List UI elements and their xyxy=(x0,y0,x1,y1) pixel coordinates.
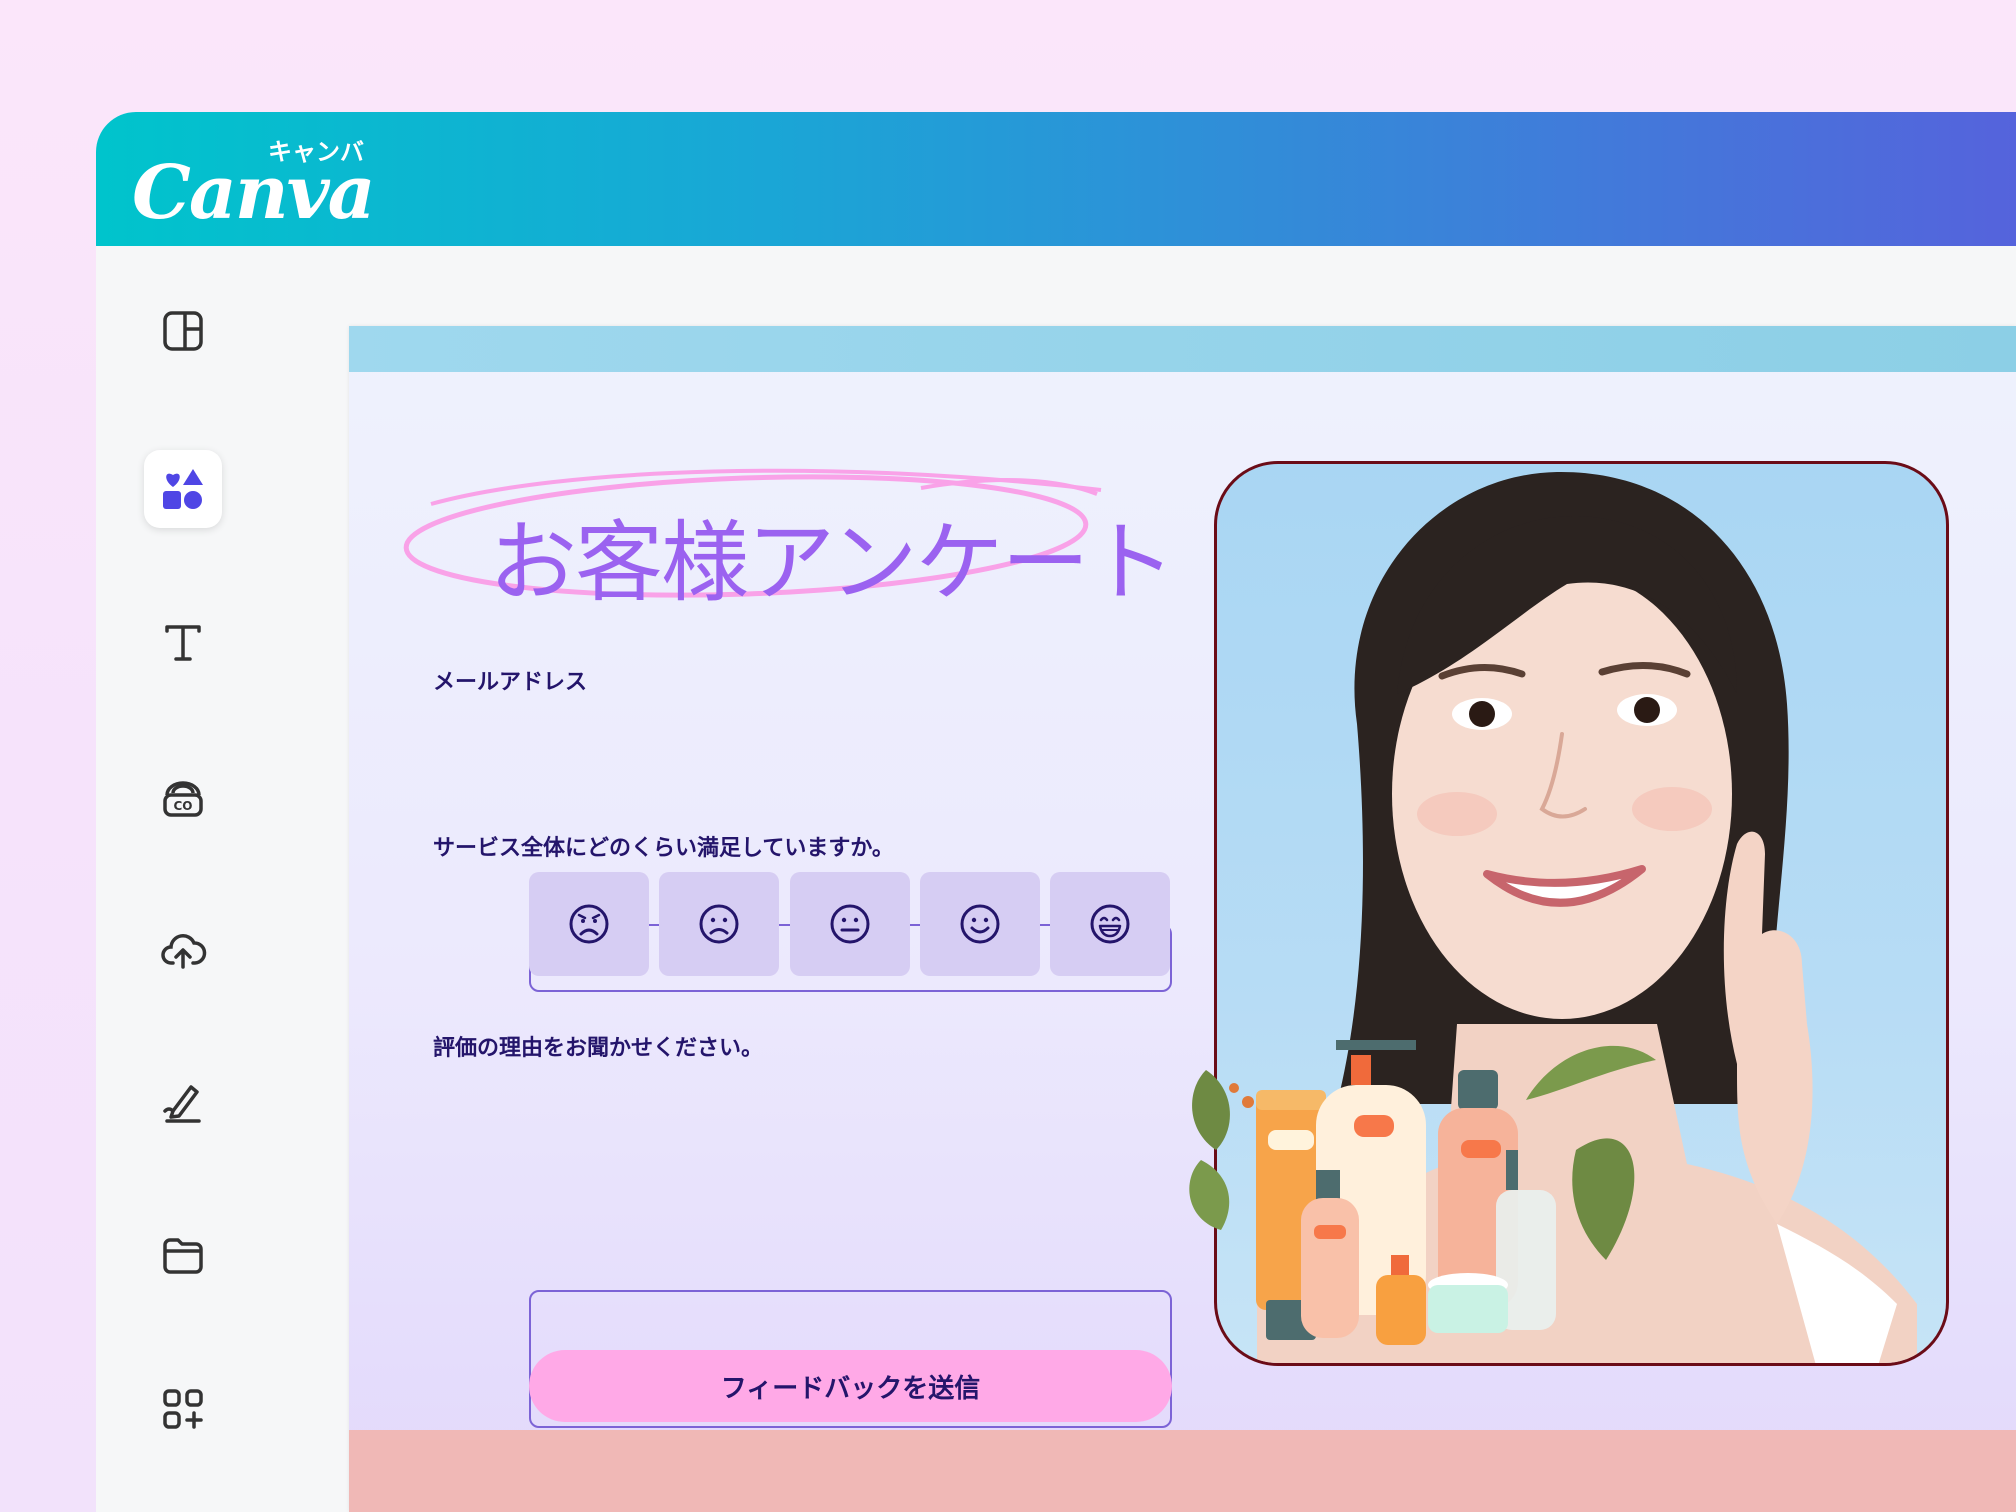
apps-grid-plus-icon xyxy=(163,1389,203,1429)
rating-3-button[interactable] xyxy=(790,872,910,976)
rating-2-button[interactable] xyxy=(659,872,779,976)
sidebar: CO xyxy=(96,246,272,1512)
reason-label: 評価の理由をお聞かせください。 xyxy=(433,1036,764,1061)
neutral-face-icon xyxy=(830,904,870,944)
grin-face-icon xyxy=(1090,904,1130,944)
sad-face-icon xyxy=(699,904,739,944)
logo-word: Canva xyxy=(132,150,376,236)
survey-title[interactable]: お客様アンケート xyxy=(401,444,1175,614)
sidebar-item-projects[interactable] xyxy=(144,1216,222,1294)
sidebar-item-uploads[interactable] xyxy=(144,910,222,988)
rating-4-button[interactable] xyxy=(920,872,1040,976)
rating-5-button[interactable] xyxy=(1050,872,1170,976)
skincare-products-illustration xyxy=(1189,1040,1656,1345)
svg-text:CO: CO xyxy=(173,799,192,813)
shapes-icon xyxy=(163,469,203,509)
canvas-top-strip xyxy=(349,326,2016,372)
very-sad-face-icon xyxy=(569,904,609,944)
folder-icon xyxy=(163,1238,203,1274)
sidebar-item-draw[interactable] xyxy=(144,1064,222,1142)
draw-pen-icon xyxy=(163,1085,201,1123)
layout-panel-icon xyxy=(163,311,203,351)
sidebar-item-text[interactable] xyxy=(144,604,222,682)
smile-face-icon xyxy=(960,904,1000,944)
sidebar-item-design[interactable] xyxy=(144,292,222,370)
cloud-upload-icon xyxy=(161,934,207,969)
sidebar-item-brand[interactable]: CO xyxy=(144,758,222,836)
brand-kit-icon: CO xyxy=(163,781,203,817)
sidebar-item-apps[interactable] xyxy=(144,1370,222,1448)
email-label: メールアドレス xyxy=(433,670,588,695)
canvas-bottom-strip xyxy=(349,1430,2016,1512)
satisfaction-label: サービス全体にどのくらい満足していますか。 xyxy=(433,836,894,861)
survey-title-text: お客様アンケート xyxy=(489,511,1175,614)
submit-feedback-button[interactable]: フィードバックを送信 xyxy=(529,1350,1172,1422)
text-icon xyxy=(165,625,201,661)
sidebar-item-elements[interactable] xyxy=(144,450,222,528)
rating-1-button[interactable] xyxy=(529,872,649,976)
top-bar: キャンバ Canva xyxy=(96,112,2016,246)
